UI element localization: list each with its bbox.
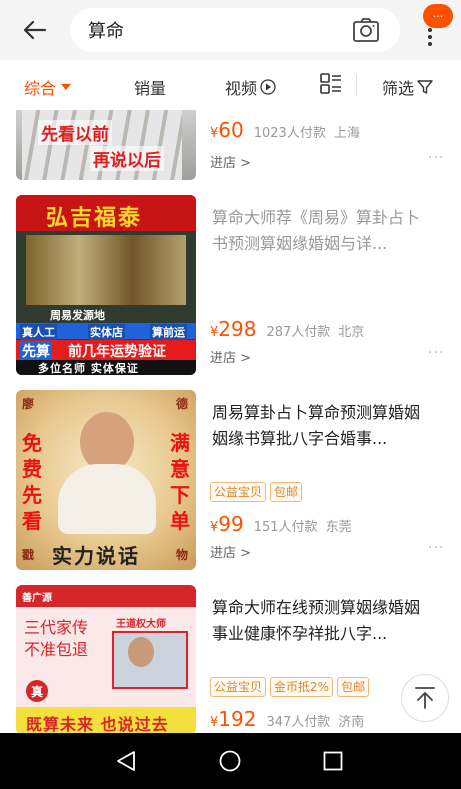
sold-count: 151人付款	[253, 520, 318, 535]
price: 298	[218, 317, 257, 341]
currency-symbol: ¥	[210, 325, 219, 340]
layout-toggle-button[interactable]	[320, 73, 342, 95]
image-corner-char: 戳	[22, 548, 35, 562]
message-badge: ···	[423, 4, 453, 28]
back-arrow-icon	[23, 20, 46, 40]
image-tag: 算前运	[150, 324, 187, 340]
product-card[interactable]: 善广源 王道权大师 三代家传 不准包退 真 既算未来 也说过去 算命大师在线预测…	[0, 585, 461, 733]
product-image[interactable]: 先看以前 再说以后	[16, 110, 196, 180]
camera-icon[interactable]	[352, 17, 380, 43]
image-tag: 实体店	[88, 324, 125, 340]
back-to-top-button[interactable]	[401, 674, 449, 722]
shop-link[interactable]: 进店 >	[210, 152, 251, 171]
more-options-icon[interactable]: ···	[428, 345, 444, 361]
image-line: 不准包退	[24, 640, 89, 659]
image-corner-text: 善广源	[22, 593, 52, 604]
shop-link[interactable]: 进店 >	[210, 542, 251, 561]
price-row: ¥ 192 347人付款 济南	[210, 707, 372, 731]
tag: 金币抵2%	[270, 677, 334, 697]
currency-symbol: ¥	[210, 715, 219, 730]
nav-recents-icon[interactable]	[323, 751, 343, 771]
tag: 公益宝贝	[210, 482, 267, 502]
product-image[interactable]: 善广源 王道权大师 三代家传 不准包退 真 既算未来 也说过去	[16, 585, 196, 733]
product-image[interactable]: 弘吉福泰 周易发源地 真人工 实体店 算前运 先算 前几年运势验证 多位名师 实…	[16, 195, 196, 375]
price-row: ¥ 99 151人付款 东莞	[210, 512, 360, 536]
tag-list: 公益宝贝 金币抵2% 包邮	[210, 677, 373, 697]
image-caption: 再说以后	[90, 146, 164, 171]
sold-count: 1023人付款	[253, 126, 326, 141]
image-seal: 真	[26, 680, 48, 702]
image-banner: 前几年运势验证	[68, 344, 166, 360]
image-bottom-text: 既算未来 也说过去	[26, 715, 169, 733]
tag: 包邮	[270, 482, 303, 502]
price-row: ¥ 298 287人付款 北京	[210, 317, 372, 341]
filter-label: 筛选	[382, 79, 415, 98]
price: 60	[218, 118, 244, 142]
tab-video[interactable]: 视频	[225, 75, 276, 99]
product-title[interactable]: 算命大师荐《周易》算卦占卜书预测算姻缘婚姻与详...	[212, 205, 434, 257]
divider	[356, 74, 357, 96]
image-footer: 多位名师 实体保证	[38, 362, 139, 375]
location: 北京	[338, 325, 365, 340]
tag-list: 公益宝贝 包邮	[210, 482, 306, 502]
back-button[interactable]	[18, 16, 50, 44]
list-layout-icon	[320, 73, 341, 94]
search-box[interactable]: 算命	[70, 8, 400, 52]
currency-symbol: ¥	[210, 126, 219, 141]
location: 济南	[338, 715, 365, 730]
currency-symbol: ¥	[210, 520, 219, 535]
more-options-icon[interactable]: ···	[428, 540, 444, 556]
product-card[interactable]: 弘吉福泰 周易发源地 真人工 实体店 算前运 先算 前几年运势验证 多位名师 实…	[0, 195, 461, 380]
image-corner-char: 廖	[22, 397, 35, 411]
product-title[interactable]: 周易算卦占卜算命预测算婚姻姻缘书算批八字合婚事...	[212, 400, 434, 452]
image-line: 三代家传	[24, 618, 89, 637]
image-brand: 弘吉福泰	[46, 206, 143, 231]
tag: 包邮	[337, 677, 370, 697]
image-text-right: 满意下单	[170, 431, 190, 533]
play-circle-icon	[260, 79, 276, 95]
product-image[interactable]: 廖 德 免费先看 满意下单 实力说话 戳 物	[16, 390, 196, 570]
search-query[interactable]: 算命	[88, 17, 124, 43]
price: 192	[218, 707, 257, 731]
shop-link[interactable]: 进店 >	[210, 347, 251, 366]
image-banner: 先算	[20, 341, 52, 361]
filter-button[interactable]: 筛选	[382, 75, 433, 99]
image-subtitle: 周易发源地	[50, 309, 105, 322]
tag: 公益宝贝	[210, 677, 267, 697]
tab-comprehensive-label: 综合	[24, 79, 57, 98]
image-tag: 真人工	[20, 324, 57, 340]
nav-home-icon[interactable]	[219, 750, 241, 772]
more-menu-button[interactable]: ···	[413, 4, 453, 56]
location: 东莞	[325, 520, 352, 535]
image-text-left: 免费先看	[22, 431, 42, 533]
image-corner-char: 德	[175, 397, 188, 411]
product-title[interactable]: 算命大师在线预测算姻缘婚姻事业健康怀孕祥批八字...	[212, 595, 434, 647]
sold-count: 287人付款	[266, 325, 331, 340]
location: 上海	[333, 126, 360, 141]
caret-down-icon	[61, 84, 72, 90]
top-bar: 算命 ···	[0, 0, 461, 60]
tab-video-label: 视频	[225, 79, 258, 98]
filter-bar: 综合 销量 视频 筛选	[0, 60, 461, 110]
image-corner-char: 物	[175, 548, 188, 562]
product-card[interactable]: 先看以前 再说以后 ¥ 60 1023人付款 上海 进店 > ···	[0, 110, 461, 188]
image-master: 王道权大师	[116, 619, 166, 630]
app-screen: 算命 ··· 综合 销量 视频 筛选 先看以前 再说以后 ¥ 60 1023人付…	[0, 0, 461, 789]
product-card[interactable]: 廖 德 免费先看 满意下单 实力说话 戳 物 周易算卦占卜算命预测算婚姻姻缘书算…	[0, 390, 461, 575]
tab-sales-label: 销量	[134, 79, 167, 98]
tab-comprehensive[interactable]: 综合	[24, 75, 72, 99]
price: 99	[218, 512, 244, 536]
nav-back-icon[interactable]	[116, 750, 136, 772]
image-bottom-text: 实力说话	[52, 544, 140, 568]
system-nav-bar	[0, 733, 461, 789]
funnel-icon	[417, 80, 433, 94]
arrow-up-to-top-icon	[415, 687, 435, 709]
product-list: 先看以前 再说以后 ¥ 60 1023人付款 上海 进店 > ··· 弘吉福泰 …	[0, 110, 461, 733]
tab-sales[interactable]: 销量	[134, 75, 166, 99]
sold-count: 347人付款	[266, 715, 331, 730]
price-row: ¥ 60 1023人付款 上海	[210, 118, 368, 142]
more-dots-icon	[427, 28, 433, 48]
more-options-icon[interactable]: ···	[428, 150, 444, 166]
image-caption: 先看以前	[38, 120, 112, 145]
